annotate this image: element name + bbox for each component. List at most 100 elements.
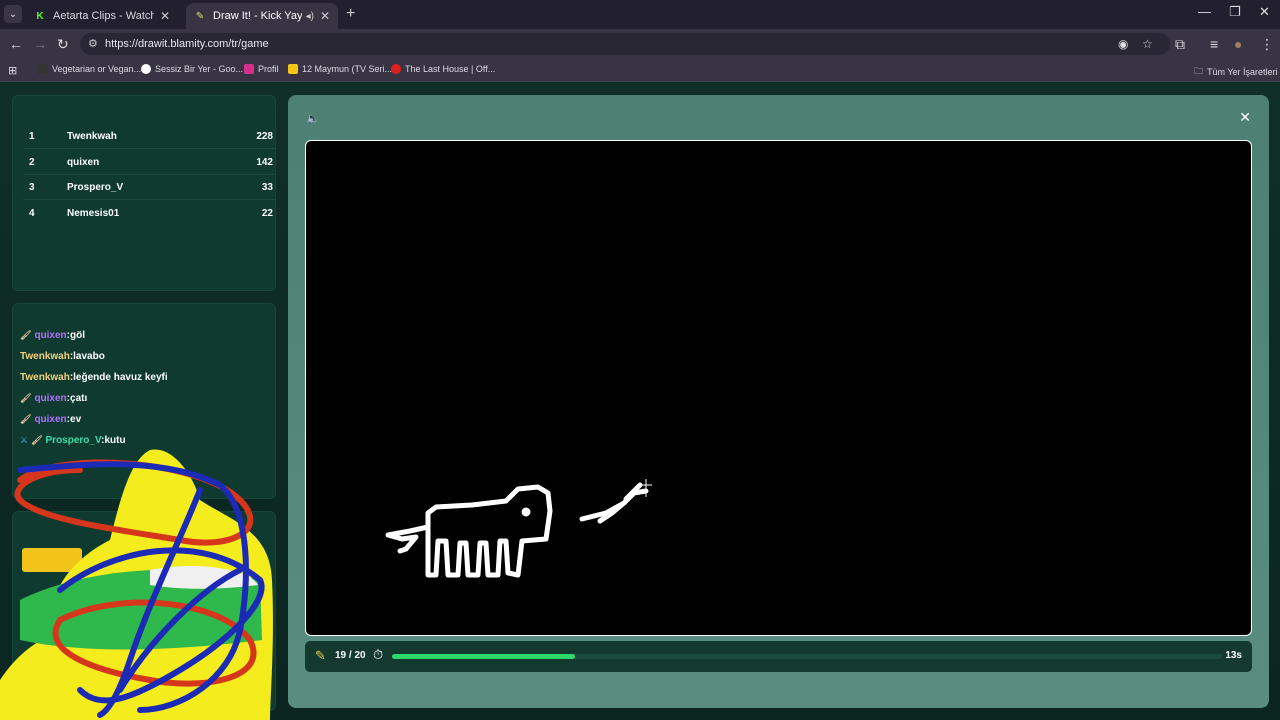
sword-icon: ⚔ xyxy=(20,435,29,445)
chat-text: :kutu xyxy=(101,435,126,446)
bookmark-item[interactable]: Vegetarian or Vegan... xyxy=(38,64,141,74)
tab-title: Aetarta Clips - Watch Live on Ki xyxy=(53,10,154,22)
game-page: 1 Twenkwah 228 2 quixen 142 3 Prospero_V… xyxy=(0,83,1280,720)
drawing-strokes xyxy=(385,479,652,578)
forward-icon[interactable]: → xyxy=(33,36,47,52)
player-score: 22 xyxy=(261,208,273,219)
leaderboard-row: 3 Prospero_V 33 xyxy=(23,176,275,200)
leaderboard-row: 4 Nemesis01 22 xyxy=(23,202,275,226)
player-score: 33 xyxy=(261,182,273,193)
eye-off-icon[interactable]: ◉ xyxy=(1118,37,1128,51)
leaderboard-row: 2 quixen 142 xyxy=(23,151,275,175)
folder-icon: 🗀 xyxy=(1194,66,1204,76)
stroke-body xyxy=(425,484,553,578)
back-icon[interactable]: ← xyxy=(9,36,23,52)
chat-user: quixen xyxy=(34,414,67,425)
pencil-icon: ✎ xyxy=(315,648,326,663)
bookmark-item[interactable]: Profil xyxy=(244,64,279,74)
tab-aetarta[interactable]: K Aetarta Clips - Watch Live on Ki ✕ xyxy=(26,3,178,29)
chat-text: :lavabo xyxy=(69,351,105,362)
seconds-left: 13s xyxy=(1225,650,1242,661)
player-name: Prospero_V xyxy=(67,182,124,193)
tab-bar: ⌄ K Aetarta Clips - Watch Live on Ki ✕ ✎… xyxy=(0,0,1280,29)
bookmark-label: The Last House | Off... xyxy=(405,64,496,74)
url-text: https://drawit.blamity.com/tr/game xyxy=(105,38,269,50)
speaker-icon[interactable]: 🔈 xyxy=(306,112,320,125)
stroke-eye xyxy=(521,507,531,517)
player-name: quixen xyxy=(67,157,100,168)
leaderboard-row: 1 Twenkwah 228 xyxy=(23,125,275,149)
window-close-icon[interactable]: ✕ xyxy=(1259,4,1270,20)
brush-icon: 🖌 xyxy=(20,414,32,424)
drawing-canvas[interactable] xyxy=(305,140,1252,636)
google-icon xyxy=(141,64,151,74)
close-modal-icon[interactable]: ✕ xyxy=(1239,109,1251,126)
bookmark-item[interactable]: The Last House | Off... xyxy=(391,64,495,74)
chat-panel: 🖌 quixen:göl Twenkwah:lavabo Twenkwah:leğ… xyxy=(12,303,276,499)
drawit-favicon-icon: ✎ xyxy=(195,10,205,22)
bookmark-item[interactable]: 12 Maymun (TV Seri... xyxy=(288,64,392,74)
minimize-icon[interactable]: — xyxy=(1198,4,1211,19)
bookmark-label: 12 Maymun (TV Seri... xyxy=(302,64,393,74)
kick-favicon-icon: K xyxy=(36,10,44,22)
bookmark-label: Vegetarian or Vegan... xyxy=(52,64,142,74)
bookmark-item[interactable]: Sessiz Bir Yer - Goo... xyxy=(141,64,243,74)
chat-user: Prospero_V xyxy=(45,435,102,446)
chat-text: :çatı xyxy=(66,393,88,404)
chat-message: 🖌 quixen:çatı xyxy=(20,393,87,404)
player-name: Twenkwah xyxy=(67,131,117,142)
tab-close-icon[interactable]: ✕ xyxy=(320,9,330,23)
brush-icon: 🖌 xyxy=(20,393,32,403)
address-bar-row: ← → ↻ ⚙ https://drawit.blamity.com/tr/ga… xyxy=(0,29,1280,59)
timer-icon: ⏱ xyxy=(373,647,384,662)
chat-text: :ev xyxy=(66,414,82,425)
imdb-icon xyxy=(288,64,298,74)
bookmark-star-icon[interactable]: ☆ xyxy=(1142,37,1153,51)
extensions-icon[interactable]: ⧉ xyxy=(1175,36,1185,53)
new-tab-icon[interactable]: + xyxy=(346,5,355,23)
chat-message: Twenkwah:lavabo xyxy=(20,351,105,362)
bookmark-label: Profil xyxy=(258,64,279,74)
instagram-icon xyxy=(244,64,254,74)
bookmark-favicon-icon xyxy=(38,64,48,74)
chat-user: Twenkwah xyxy=(20,372,70,383)
media-control-icon[interactable]: ≡ xyxy=(1210,36,1218,52)
player-name: Nemesis01 xyxy=(67,208,120,219)
chat-message: Twenkwah:leğende havuz keyfi xyxy=(20,372,168,383)
chat-user: quixen xyxy=(34,393,67,404)
bookmark-label: Sessiz Bir Yer - Goo... xyxy=(155,64,244,74)
profile-avatar-icon[interactable]: ● xyxy=(1234,36,1242,52)
submit-button[interactable] xyxy=(22,548,82,572)
stroke-tail xyxy=(385,524,431,554)
rank: 3 xyxy=(29,182,35,193)
menu-kebab-icon[interactable]: ⋮ xyxy=(1260,36,1274,53)
stroke-figure xyxy=(579,482,649,524)
tab-close-icon[interactable]: ✕ xyxy=(160,9,170,23)
apps-grid-icon[interactable]: ⊞ xyxy=(8,64,17,77)
all-bookmarks-folder[interactable]: 🗀 Tüm Yer İşaretleri xyxy=(1194,64,1278,80)
bookmark-label: Tüm Yer İşaretleri xyxy=(1207,67,1278,77)
brush-icon: 🖌 xyxy=(20,330,32,340)
player-score: 142 xyxy=(256,157,273,168)
youtube-icon xyxy=(391,64,401,74)
bookmarks-bar: ⊞ Vegetarian or Vegan... Sessiz Bir Yer … xyxy=(0,59,1280,82)
chat-text: :leğende havuz keyfi xyxy=(69,372,168,383)
time-progress-fill xyxy=(392,654,575,659)
chat-message: ⚔ 🖌 Prospero_V:kutu xyxy=(20,435,126,446)
tab-audio-icon[interactable]: ◂) xyxy=(306,11,314,22)
chat-user: Twenkwah xyxy=(20,351,70,362)
game-modal: 🔈 ✕ ✎ 19 / 20 ⏱ 13s xyxy=(288,95,1269,708)
leaderboard-panel: 1 Twenkwah 228 2 quixen 142 3 Prospero_V… xyxy=(12,95,276,291)
tab-drawit[interactable]: ✎ Draw It! - Kick Yayınları İçin ◂) ✕ xyxy=(186,3,338,29)
site-info-icon[interactable]: ⚙ xyxy=(88,37,98,50)
tab-title: Draw It! - Kick Yayınları İçin xyxy=(213,10,302,22)
guess-panel xyxy=(12,511,276,711)
tab-search-menu-icon[interactable]: ⌄ xyxy=(4,5,22,23)
chat-text: :göl xyxy=(66,330,85,341)
reload-icon[interactable]: ↻ xyxy=(57,36,69,53)
rank: 2 xyxy=(29,157,35,168)
restore-icon[interactable]: ❐ xyxy=(1229,4,1241,20)
player-score: 228 xyxy=(256,131,273,142)
url-input[interactable]: ⚙ https://drawit.blamity.com/tr/game ◉ ☆ xyxy=(80,33,1170,55)
chat-message: 🖌 quixen:ev xyxy=(20,414,81,425)
